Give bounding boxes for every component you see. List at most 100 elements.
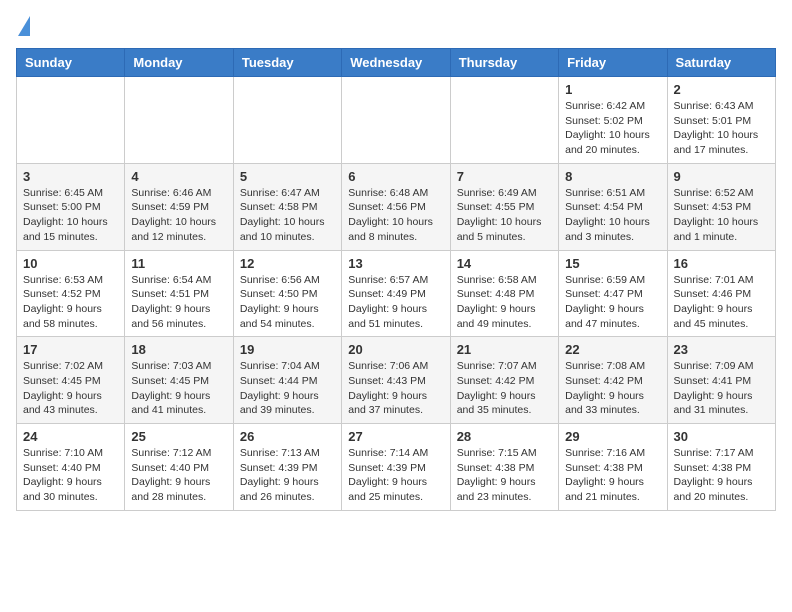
day-info: Sunrise: 6:51 AM Sunset: 4:54 PM Dayligh… — [565, 186, 660, 245]
calendar-week-row: 3 Sunrise: 6:45 AM Sunset: 5:00 PM Daylig… — [17, 163, 776, 250]
calendar-cell: 7 Sunrise: 6:49 AM Sunset: 4:55 PM Daylig… — [450, 163, 558, 250]
day-info: Sunrise: 6:48 AM Sunset: 4:56 PM Dayligh… — [348, 186, 443, 245]
day-info: Sunrise: 6:46 AM Sunset: 4:59 PM Dayligh… — [131, 186, 226, 245]
day-info: Sunrise: 6:49 AM Sunset: 4:55 PM Dayligh… — [457, 186, 552, 245]
calendar-cell: 26Sunrise: 7:13 AM Sunset: 4:39 PM Dayli… — [233, 424, 341, 511]
day-info: Sunrise: 7:15 AM Sunset: 4:38 PM Dayligh… — [457, 446, 552, 505]
day-info: Sunrise: 7:06 AM Sunset: 4:43 PM Dayligh… — [348, 359, 443, 418]
calendar-week-row: 10Sunrise: 6:53 AM Sunset: 4:52 PM Dayli… — [17, 250, 776, 337]
calendar-cell: 4 Sunrise: 6:46 AM Sunset: 4:59 PM Daylig… — [125, 163, 233, 250]
logo — [16, 16, 30, 38]
calendar-cell: 23Sunrise: 7:09 AM Sunset: 4:41 PM Dayli… — [667, 337, 775, 424]
day-info: Sunrise: 7:01 AM Sunset: 4:46 PM Dayligh… — [674, 273, 769, 332]
day-info: Sunrise: 6:43 AM Sunset: 5:01 PM Dayligh… — [674, 99, 769, 158]
day-info: Sunrise: 7:14 AM Sunset: 4:39 PM Dayligh… — [348, 446, 443, 505]
calendar-cell: 18Sunrise: 7:03 AM Sunset: 4:45 PM Dayli… — [125, 337, 233, 424]
day-number: 28 — [457, 429, 552, 444]
day-number: 11 — [131, 256, 226, 271]
day-info: Sunrise: 7:12 AM Sunset: 4:40 PM Dayligh… — [131, 446, 226, 505]
calendar-cell: 10Sunrise: 6:53 AM Sunset: 4:52 PM Dayli… — [17, 250, 125, 337]
day-number: 26 — [240, 429, 335, 444]
day-number: 17 — [23, 342, 118, 357]
day-info: Sunrise: 7:10 AM Sunset: 4:40 PM Dayligh… — [23, 446, 118, 505]
day-info: Sunrise: 7:03 AM Sunset: 4:45 PM Dayligh… — [131, 359, 226, 418]
day-number: 22 — [565, 342, 660, 357]
day-info: Sunrise: 7:07 AM Sunset: 4:42 PM Dayligh… — [457, 359, 552, 418]
day-info: Sunrise: 6:47 AM Sunset: 4:58 PM Dayligh… — [240, 186, 335, 245]
day-info: Sunrise: 7:02 AM Sunset: 4:45 PM Dayligh… — [23, 359, 118, 418]
calendar-header-row: SundayMondayTuesdayWednesdayThursdayFrid… — [17, 49, 776, 77]
calendar-cell: 24Sunrise: 7:10 AM Sunset: 4:40 PM Dayli… — [17, 424, 125, 511]
day-number: 23 — [674, 342, 769, 357]
calendar-header-thursday: Thursday — [450, 49, 558, 77]
day-number: 25 — [131, 429, 226, 444]
calendar-cell: 8 Sunrise: 6:51 AM Sunset: 4:54 PM Daylig… — [559, 163, 667, 250]
calendar-cell: 11 Sunrise: 6:54 AM Sunset: 4:51 PM Dayli… — [125, 250, 233, 337]
logo-triangle-icon — [18, 16, 30, 36]
day-number: 1 — [565, 82, 660, 97]
calendar-header-friday: Friday — [559, 49, 667, 77]
calendar-cell: 27 Sunrise: 7:14 AM Sunset: 4:39 PM Dayli… — [342, 424, 450, 511]
calendar-cell: 9 Sunrise: 6:52 AM Sunset: 4:53 PM Daylig… — [667, 163, 775, 250]
calendar-cell: 6 Sunrise: 6:48 AM Sunset: 4:56 PM Daylig… — [342, 163, 450, 250]
calendar-week-row: 1 Sunrise: 6:42 AM Sunset: 5:02 PM Daylig… — [17, 77, 776, 164]
calendar-header-monday: Monday — [125, 49, 233, 77]
day-info: Sunrise: 6:45 AM Sunset: 5:00 PM Dayligh… — [23, 186, 118, 245]
day-info: Sunrise: 6:54 AM Sunset: 4:51 PM Dayligh… — [131, 273, 226, 332]
day-number: 29 — [565, 429, 660, 444]
calendar-header-saturday: Saturday — [667, 49, 775, 77]
day-info: Sunrise: 7:04 AM Sunset: 4:44 PM Dayligh… — [240, 359, 335, 418]
calendar-cell: 1 Sunrise: 6:42 AM Sunset: 5:02 PM Daylig… — [559, 77, 667, 164]
day-info: Sunrise: 7:08 AM Sunset: 4:42 PM Dayligh… — [565, 359, 660, 418]
calendar-cell: 14 Sunrise: 6:58 AM Sunset: 4:48 PM Dayli… — [450, 250, 558, 337]
calendar-header-sunday: Sunday — [17, 49, 125, 77]
day-number: 30 — [674, 429, 769, 444]
day-info: Sunrise: 6:58 AM Sunset: 4:48 PM Dayligh… — [457, 273, 552, 332]
page-header — [16, 16, 776, 38]
calendar-cell — [17, 77, 125, 164]
calendar-table: SundayMondayTuesdayWednesdayThursdayFrid… — [16, 48, 776, 511]
calendar-cell: 29 Sunrise: 7:16 AM Sunset: 4:38 PM Dayli… — [559, 424, 667, 511]
day-number: 13 — [348, 256, 443, 271]
day-number: 20 — [348, 342, 443, 357]
calendar-cell — [233, 77, 341, 164]
day-number: 6 — [348, 169, 443, 184]
calendar-cell — [125, 77, 233, 164]
day-number: 4 — [131, 169, 226, 184]
day-number: 7 — [457, 169, 552, 184]
day-info: Sunrise: 6:59 AM Sunset: 4:47 PM Dayligh… — [565, 273, 660, 332]
calendar-cell: 16 Sunrise: 7:01 AM Sunset: 4:46 PM Dayli… — [667, 250, 775, 337]
calendar-week-row: 24Sunrise: 7:10 AM Sunset: 4:40 PM Dayli… — [17, 424, 776, 511]
day-info: Sunrise: 7:17 AM Sunset: 4:38 PM Dayligh… — [674, 446, 769, 505]
calendar-cell: 28 Sunrise: 7:15 AM Sunset: 4:38 PM Dayli… — [450, 424, 558, 511]
day-info: Sunrise: 6:42 AM Sunset: 5:02 PM Dayligh… — [565, 99, 660, 158]
day-number: 21 — [457, 342, 552, 357]
day-number: 3 — [23, 169, 118, 184]
calendar-cell: 20 Sunrise: 7:06 AM Sunset: 4:43 PM Dayli… — [342, 337, 450, 424]
calendar-week-row: 17 Sunrise: 7:02 AM Sunset: 4:45 PM Dayli… — [17, 337, 776, 424]
calendar-cell: 30 Sunrise: 7:17 AM Sunset: 4:38 PM Dayli… — [667, 424, 775, 511]
day-number: 2 — [674, 82, 769, 97]
calendar-cell: 21 Sunrise: 7:07 AM Sunset: 4:42 PM Dayli… — [450, 337, 558, 424]
day-number: 16 — [674, 256, 769, 271]
day-info: Sunrise: 6:57 AM Sunset: 4:49 PM Dayligh… — [348, 273, 443, 332]
day-info: Sunrise: 6:52 AM Sunset: 4:53 PM Dayligh… — [674, 186, 769, 245]
calendar-header-wednesday: Wednesday — [342, 49, 450, 77]
calendar-cell: 19 Sunrise: 7:04 AM Sunset: 4:44 PM Dayli… — [233, 337, 341, 424]
day-number: 9 — [674, 169, 769, 184]
day-info: Sunrise: 7:16 AM Sunset: 4:38 PM Dayligh… — [565, 446, 660, 505]
day-number: 19 — [240, 342, 335, 357]
calendar-cell: 22 Sunrise: 7:08 AM Sunset: 4:42 PM Dayli… — [559, 337, 667, 424]
day-number: 15 — [565, 256, 660, 271]
day-number: 14 — [457, 256, 552, 271]
day-number: 27 — [348, 429, 443, 444]
day-number: 8 — [565, 169, 660, 184]
day-number: 10 — [23, 256, 118, 271]
calendar-cell — [450, 77, 558, 164]
day-number: 5 — [240, 169, 335, 184]
calendar-cell: 12Sunrise: 6:56 AM Sunset: 4:50 PM Dayli… — [233, 250, 341, 337]
calendar-cell: 13 Sunrise: 6:57 AM Sunset: 4:49 PM Dayli… — [342, 250, 450, 337]
calendar-cell: 25 Sunrise: 7:12 AM Sunset: 4:40 PM Dayli… — [125, 424, 233, 511]
calendar-cell: 15 Sunrise: 6:59 AM Sunset: 4:47 PM Dayli… — [559, 250, 667, 337]
calendar-cell: 5 Sunrise: 6:47 AM Sunset: 4:58 PM Daylig… — [233, 163, 341, 250]
